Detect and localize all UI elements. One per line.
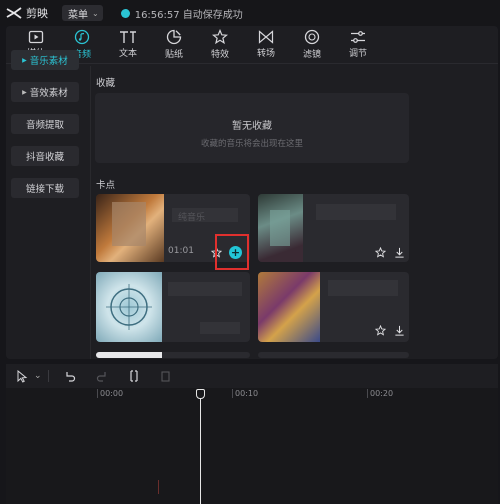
tab-label: 滤镜: [302, 50, 321, 60]
download-icon[interactable]: [393, 324, 405, 336]
music-cover: [96, 272, 162, 342]
sidebar-item-douyin-favorites[interactable]: 抖音收藏: [11, 146, 79, 166]
save-status: 16:56:57 自动保存成功: [120, 6, 243, 21]
music-cover: [96, 352, 162, 358]
music-card[interactable]: [258, 352, 409, 358]
favorites-empty-text: 暂无收藏: [232, 121, 272, 132]
menu-label: 菜单: [68, 9, 88, 21]
music-cover: [258, 194, 303, 262]
highlight-box: [215, 234, 249, 270]
redo-icon[interactable]: [96, 370, 108, 382]
playhead-handle[interactable]: [196, 389, 205, 399]
sidebar-item-audio-extract[interactable]: 音频提取: [11, 114, 79, 134]
select-cursor-icon[interactable]: [16, 369, 28, 383]
favorites-title: 收藏: [96, 78, 116, 89]
tab-label: 文本: [118, 49, 137, 59]
tab-text[interactable]: 文本: [106, 26, 150, 63]
mosaic-blur: [270, 210, 290, 246]
tab-label: 调节: [348, 49, 367, 59]
sidebar-item-link-download[interactable]: 链接下载: [11, 178, 79, 198]
ruler-tick: [97, 389, 98, 398]
text-icon: [119, 30, 137, 44]
sidebar-item-label: 链接下载: [25, 184, 64, 195]
media-icon: [28, 30, 44, 44]
tab-filter[interactable]: 滤镜: [290, 26, 334, 63]
favorite-star-icon[interactable]: [374, 246, 386, 258]
music-card[interactable]: [258, 194, 409, 262]
adjust-icon: [350, 30, 366, 44]
favorite-star-icon[interactable]: [374, 324, 386, 336]
jianying-logo-icon: [6, 6, 22, 20]
category-toolbar: 媒体 音频 文本 贴纸 特效 转场 滤镜 调节: [6, 26, 498, 64]
beats-title: 卡点: [96, 180, 116, 191]
sidebar-item-label: 音乐素材: [29, 56, 68, 67]
music-duration: 01:01: [168, 246, 194, 256]
download-icon[interactable]: [393, 246, 405, 258]
filter-icon: [304, 29, 320, 45]
effects-icon: [212, 29, 228, 45]
music-title-blurred: [328, 280, 398, 296]
favorites-empty-state: 暂无收藏 收藏的音乐将会出现在这里: [95, 93, 409, 163]
music-card[interactable]: [96, 272, 250, 342]
transition-icon: [258, 30, 274, 44]
tab-sticker[interactable]: 贴纸: [152, 26, 196, 63]
playhead-line: [200, 396, 201, 504]
chevron-down-icon: ⌄: [92, 8, 99, 18]
sticker-icon: [166, 29, 182, 45]
sidebar-item-music[interactable]: ▶ 音乐素材: [11, 50, 79, 70]
app-name: 剪映: [26, 7, 48, 20]
timeline-toolbar: ⌄: [6, 364, 498, 388]
favorites-hint: 收藏的音乐将会出现在这里: [200, 139, 303, 149]
materials-panel: 媒体 音频 文本 贴纸 特效 转场 滤镜 调节: [6, 26, 498, 359]
music-cover: [258, 272, 320, 342]
sidebar-divider: [90, 66, 91, 359]
tab-adjust[interactable]: 调节: [336, 26, 380, 63]
sidebar-item-label: 音效素材: [29, 88, 68, 99]
music-title-fragment: 纯音乐: [178, 213, 206, 223]
tab-label: 特效: [210, 50, 229, 60]
save-status-icon: [120, 8, 130, 18]
sidebar-item-sound-effects[interactable]: ▶ 音效素材: [11, 82, 79, 102]
mosaic-blur: [112, 202, 146, 246]
music-meta-blurred: [200, 322, 240, 334]
undo-icon[interactable]: [64, 370, 76, 382]
ruler-label: 00:10: [235, 389, 259, 398]
music-title-blurred: [168, 282, 242, 296]
music-cover: [96, 194, 164, 262]
music-card[interactable]: [258, 272, 409, 342]
audio-icon: [74, 29, 90, 45]
ruler-tick: [232, 389, 233, 398]
chevron-down-icon[interactable]: ⌄: [34, 371, 42, 381]
tab-effects[interactable]: 特效: [198, 26, 242, 63]
caret-right-icon: ▶: [22, 88, 27, 96]
track-marker: [158, 480, 159, 494]
menu-button[interactable]: 菜单 ⌄: [62, 5, 103, 21]
ruler-tick: [367, 389, 368, 398]
timeline-area[interactable]: [6, 388, 498, 504]
music-title-blurred: [316, 204, 396, 220]
caret-right-icon: ▶: [22, 56, 27, 64]
app-logo: 剪映: [6, 5, 48, 21]
sidebar-item-label: 音频提取: [25, 120, 64, 131]
ruler-label: 00:20: [370, 389, 394, 398]
tab-transition[interactable]: 转场: [244, 26, 288, 63]
tab-label: 转场: [256, 49, 275, 59]
toolbar-divider: [48, 370, 49, 382]
audio-sidebar: ▶ 音乐素材 ▶ 音效素材 音频提取 抖音收藏 链接下载: [11, 50, 79, 210]
delete-icon[interactable]: [160, 370, 171, 382]
music-card[interactable]: [96, 352, 250, 358]
sidebar-item-label: 抖音收藏: [25, 152, 64, 163]
split-icon[interactable]: [128, 370, 140, 382]
ornament-graphic: [106, 284, 152, 330]
tab-label: 贴纸: [164, 50, 183, 60]
ruler-label: 00:00: [100, 389, 124, 398]
save-status-text: 16:56:57 自动保存成功: [134, 9, 243, 21]
title-bar: 剪映 菜单 ⌄ 16:56:57 自动保存成功: [0, 0, 500, 26]
